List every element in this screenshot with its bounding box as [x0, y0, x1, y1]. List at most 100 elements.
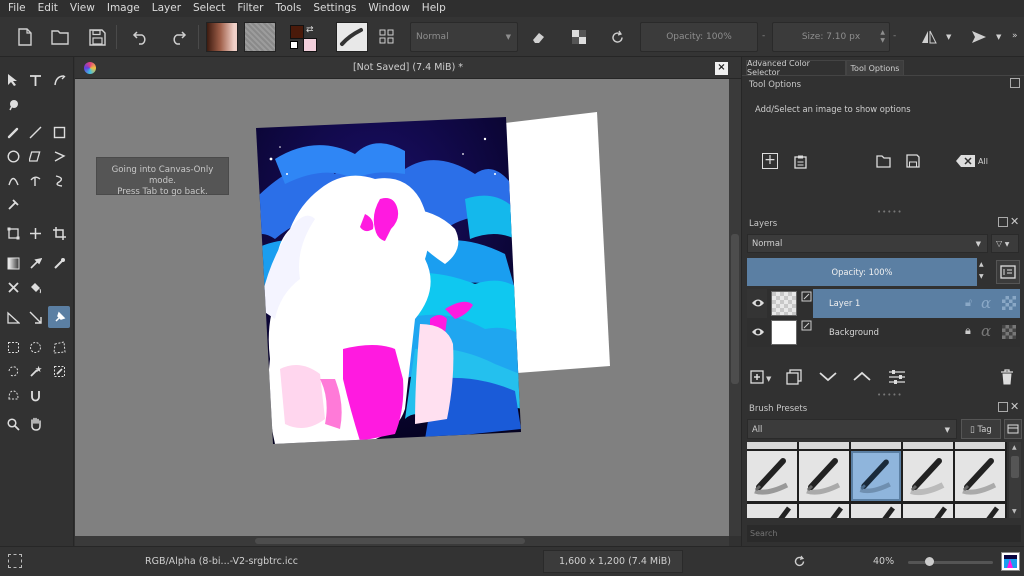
color-space-label[interactable]: RGB/Alpha (8-bi...-V2-srgbtrc.icc: [145, 556, 298, 567]
layer-settings-icon[interactable]: [888, 369, 906, 385]
wrap-options-chevron-icon[interactable]: ▼: [996, 33, 1001, 41]
float-brush-presets-icon[interactable]: [998, 402, 1008, 412]
float-docker-icon[interactable]: [1010, 78, 1020, 88]
zoom-slider-handle[interactable]: [925, 557, 934, 566]
brush-tag-button[interactable]: ▯ Tag: [961, 419, 1001, 439]
close-document-icon[interactable]: ×: [715, 62, 728, 75]
brush-preset-item[interactable]: [955, 451, 1005, 501]
foreground-color-swatch[interactable]: [290, 25, 304, 39]
similar-select-icon[interactable]: [48, 360, 70, 382]
reload-preset-icon[interactable]: [604, 23, 630, 51]
brush-preset-item[interactable]: [903, 442, 953, 449]
inherit-alpha-icon[interactable]: [1002, 296, 1016, 310]
edit-shapes-icon[interactable]: [48, 69, 70, 91]
opacity-slider[interactable]: Opacity: 100%: [640, 22, 758, 52]
alpha-lock-icon[interactable]: [566, 23, 592, 51]
freehand-path-icon[interactable]: [24, 169, 46, 191]
add-layer-chevron-icon[interactable]: ▼: [766, 375, 771, 383]
brush-preset-item[interactable]: [747, 451, 797, 501]
pattern-preset-button[interactable]: [244, 22, 276, 52]
magnetic-select-icon[interactable]: [24, 384, 46, 406]
delete-layer-icon[interactable]: [1000, 369, 1014, 385]
tab-tool-options[interactable]: Tool Options: [846, 60, 904, 75]
add-layer-icon[interactable]: [750, 370, 764, 384]
assistant-tool-icon[interactable]: [2, 276, 24, 298]
layer-blend-mode-select[interactable]: Normal ▼: [747, 234, 988, 253]
line-tool-icon[interactable]: [24, 121, 46, 143]
layer-name[interactable]: Background: [829, 327, 879, 337]
polyline-tool-icon[interactable]: [48, 145, 70, 167]
canvas-area[interactable]: Going into Canvas-Only mode. Press Tab t…: [75, 79, 729, 536]
zoom-level[interactable]: 40%: [873, 556, 894, 567]
menu-help[interactable]: Help: [416, 0, 452, 17]
splitter-handle[interactable]: •••••: [877, 208, 903, 216]
dynamic-brush-icon[interactable]: [48, 169, 70, 191]
brush-preset-item[interactable]: [747, 442, 797, 449]
pan-tool-icon[interactable]: [24, 413, 46, 435]
opacity-spin-icon[interactable]: ▲ ▼: [979, 259, 984, 283]
brush-view-options-icon[interactable]: [1004, 419, 1022, 439]
ellipse-select-icon[interactable]: [24, 336, 46, 358]
brush-grid-scrollbar[interactable]: ▲ ▼: [1009, 442, 1021, 518]
menu-image[interactable]: Image: [101, 0, 146, 17]
visibility-eye-icon[interactable]: [751, 326, 765, 338]
bezier-tool-icon[interactable]: [2, 169, 24, 191]
menu-tools[interactable]: Tools: [269, 0, 307, 17]
layer-filter-button[interactable]: ▽ ▼: [991, 234, 1019, 253]
blend-mode-select[interactable]: Normal ▼: [410, 22, 518, 52]
open-document-icon[interactable]: [47, 23, 73, 51]
menu-layer[interactable]: Layer: [146, 0, 187, 17]
tab-advanced-color-selector[interactable]: Advanced Color Selector: [746, 59, 846, 77]
freehand-brush-icon[interactable]: [2, 121, 24, 143]
brush-filter-select[interactable]: All ▼: [747, 419, 957, 439]
vertical-scrollbar[interactable]: [729, 79, 741, 536]
new-document-icon[interactable]: [12, 23, 38, 51]
brush-preset-item[interactable]: [903, 451, 953, 501]
layer-row[interactable]: Background 🔒︎ α: [747, 318, 1020, 347]
layer-properties-icon[interactable]: [996, 260, 1020, 284]
size-spin-icon[interactable]: ▲ ▼: [880, 29, 885, 45]
pan-reference-icon[interactable]: [24, 306, 46, 328]
mirror-horizontal-icon[interactable]: [916, 23, 942, 51]
rectangle-tool-icon[interactable]: [48, 121, 70, 143]
brush-preset-item[interactable]: [955, 504, 1005, 518]
menu-file[interactable]: File: [2, 0, 32, 17]
polygon-select-icon[interactable]: [48, 336, 70, 358]
text-tool-icon[interactable]: [24, 69, 46, 91]
lock-icon[interactable]: 🔓︎: [965, 296, 972, 310]
brush-preset-item[interactable]: [955, 442, 1005, 449]
lock-icon[interactable]: 🔒︎: [965, 324, 971, 338]
menu-select[interactable]: Select: [187, 0, 231, 17]
menu-window[interactable]: Window: [362, 0, 415, 17]
brush-preset-item-selected[interactable]: [851, 451, 901, 501]
wrap-around-icon[interactable]: [966, 23, 992, 51]
vertical-scroll-thumb[interactable]: [731, 234, 739, 384]
menu-settings[interactable]: Settings: [307, 0, 362, 17]
add-reference-icon[interactable]: +: [762, 153, 778, 169]
canvas-thumbnail-icon[interactable]: [1001, 552, 1020, 571]
brush-preset-item[interactable]: [799, 504, 849, 518]
splitter-handle[interactable]: •••••: [877, 391, 903, 399]
menu-edit[interactable]: Edit: [32, 0, 64, 17]
alpha-lock-icon[interactable]: α: [981, 322, 991, 340]
background-color-swatch[interactable]: [303, 38, 317, 52]
redo-icon[interactable]: [165, 23, 191, 51]
zoom-slider[interactable]: [908, 557, 993, 566]
fg-bg-color-selector[interactable]: ⇄: [290, 25, 320, 53]
brush-size-slider[interactable]: Size: 7.10 px ▲ ▼: [772, 22, 890, 52]
bezier-select-icon[interactable]: [2, 384, 24, 406]
workspace-icon[interactable]: [374, 23, 400, 51]
brush-preset-item[interactable]: [903, 504, 953, 518]
move-layer-down-icon[interactable]: [819, 371, 837, 382]
calligraphy-icon[interactable]: [2, 93, 24, 115]
close-brush-presets-icon[interactable]: ✕: [1010, 400, 1019, 413]
layer-opacity-slider[interactable]: Opacity: 100%: [747, 258, 977, 286]
eraser-icon[interactable]: [526, 23, 552, 51]
brush-preset-item[interactable]: [851, 442, 901, 449]
smart-patch-icon[interactable]: [48, 252, 70, 274]
delete-all-references-button[interactable]: All: [956, 155, 988, 167]
crop-tool-icon[interactable]: [48, 222, 70, 244]
load-reference-set-icon[interactable]: [876, 155, 891, 168]
brush-preset-item[interactable]: [747, 504, 797, 518]
inherit-alpha-icon[interactable]: [1002, 325, 1016, 339]
